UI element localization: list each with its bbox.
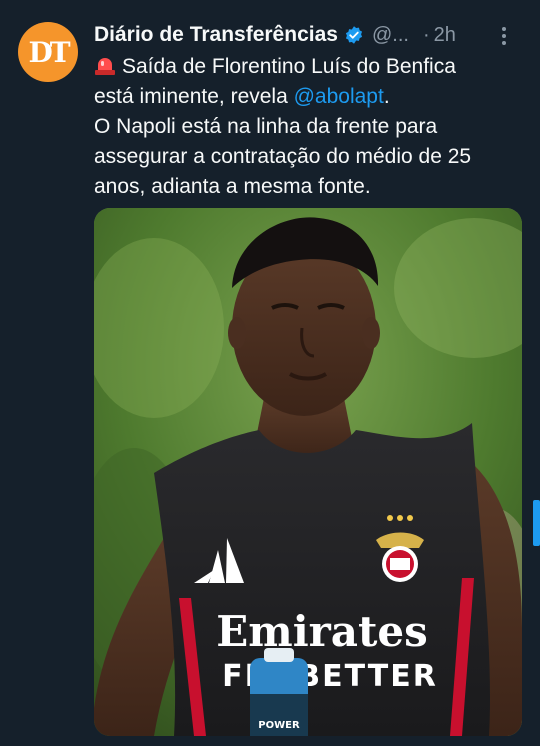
- text-line-4: assegurar a contratação do médio de 25: [94, 145, 472, 168]
- mention-link[interactable]: @abolapt: [294, 85, 384, 108]
- handle[interactable]: @...: [372, 24, 409, 47]
- text-line-5: anos, adianta a mesma fonte.: [94, 175, 371, 198]
- tweet-header: Diário de Transferências @... · 2h: [94, 20, 524, 50]
- timestamp[interactable]: 2h: [434, 24, 456, 47]
- shirt-sponsor-line1: Emirates: [216, 607, 428, 656]
- display-name[interactable]: Diário de Transferências: [94, 23, 338, 47]
- tweet[interactable]: DT Diário de Transferências @... · 2h Sa…: [0, 0, 540, 746]
- avatar[interactable]: DT: [18, 22, 78, 82]
- text-line-2: está iminente, revela @abolapt.: [94, 85, 390, 108]
- text-line-3: O Napoli está na linha da frente para: [94, 115, 438, 138]
- verified-badge-icon[interactable]: [344, 25, 364, 45]
- bottle-label: POWER: [258, 720, 300, 731]
- more-options-icon[interactable]: [494, 24, 514, 48]
- avatar-initials: DT: [28, 35, 70, 69]
- tweet-photo[interactable]: Emirates FLY BETTER POWER: [94, 208, 522, 736]
- siren-icon: [94, 55, 116, 75]
- separator-dot: ·: [422, 23, 430, 46]
- tweet-text: Saída de Florentino Luís do Benfica está…: [94, 52, 524, 202]
- text-line-1: Saída de Florentino Luís do Benfica: [94, 52, 524, 82]
- scrollbar[interactable]: [533, 500, 540, 546]
- player-photo-illustration: Emirates FLY BETTER POWER: [94, 208, 522, 736]
